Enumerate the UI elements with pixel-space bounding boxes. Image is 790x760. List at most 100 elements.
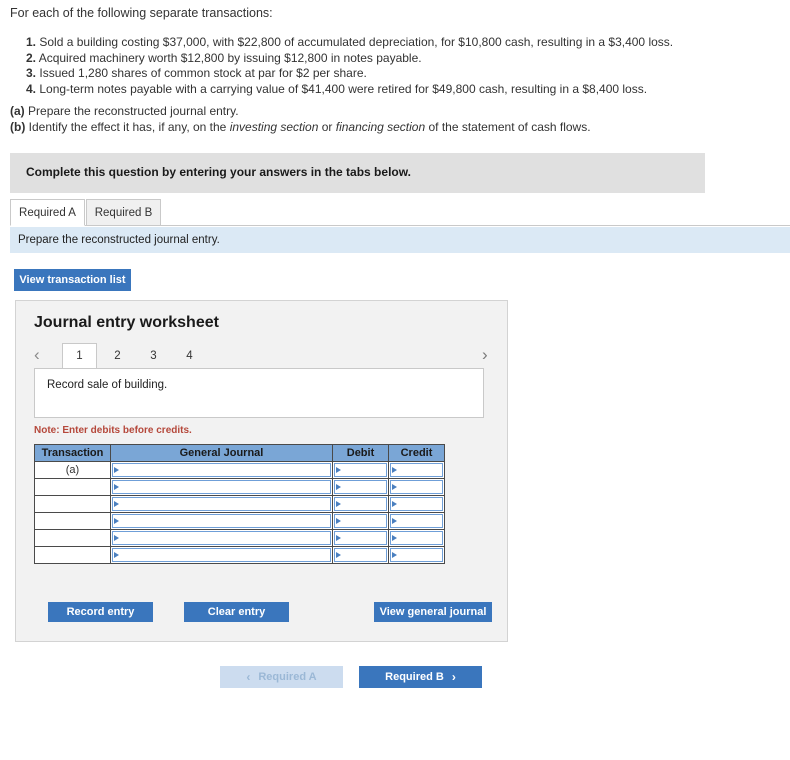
cell-credit[interactable]: [388, 529, 445, 547]
cell-debit[interactable]: [332, 546, 389, 564]
nav-previous-label: Required A: [258, 671, 317, 683]
tab-required-b-label: Required B: [94, 206, 153, 219]
debit-input[interactable]: [334, 480, 387, 494]
worksheet-page-4-label: 4: [186, 349, 193, 362]
requirement-b-italic-financing: financing section: [335, 119, 426, 134]
list-item: 2. Acquired machinery worth $12,800 by i…: [26, 51, 706, 67]
nav-previous-required-a-button[interactable]: ‹ Required A: [220, 666, 343, 688]
cell-credit[interactable]: [388, 478, 445, 496]
general-journal-input[interactable]: [112, 548, 331, 562]
debit-input[interactable]: [334, 497, 387, 511]
table-row: [34, 529, 445, 547]
general-journal-input[interactable]: [112, 514, 331, 528]
credit-input[interactable]: [390, 497, 443, 511]
column-header-general-journal: General Journal: [110, 444, 333, 462]
worksheet-page-1[interactable]: 1: [62, 343, 97, 368]
clear-entry-button[interactable]: Clear entry: [184, 602, 289, 622]
transaction-number: 4.: [26, 81, 37, 96]
cell-debit[interactable]: [332, 461, 389, 479]
tab-required-a[interactable]: Required A: [10, 199, 85, 226]
cell-general-journal[interactable]: [110, 512, 333, 530]
requirement-a-tag: (a): [10, 104, 25, 118]
transaction-list: 1. Sold a building costing $37,000, with…: [26, 35, 706, 97]
requirement-b-text-part1: Identify the effect it has, if any, on t…: [28, 119, 230, 134]
column-header-debit: Debit: [332, 444, 389, 462]
credit-input[interactable]: [390, 531, 443, 545]
worksheet-page-2[interactable]: 2: [100, 343, 135, 368]
cell-general-journal[interactable]: [110, 478, 333, 496]
worksheet-pager: ‹ 1 2 3 4 ›: [34, 343, 492, 369]
cell-debit[interactable]: [332, 478, 389, 496]
debits-before-credits-note: Note: Enter debits before credits.: [34, 425, 192, 436]
requirement-b-tag: (b): [10, 119, 26, 134]
cell-debit[interactable]: [332, 529, 389, 547]
requirement-b-text-part2: or: [318, 119, 336, 134]
general-journal-input[interactable]: [112, 480, 331, 494]
debit-input[interactable]: [334, 531, 387, 545]
debit-input[interactable]: [334, 463, 387, 477]
debit-input[interactable]: [334, 548, 387, 562]
nav-next-label: Required B: [385, 671, 444, 683]
cell-general-journal[interactable]: [110, 461, 333, 479]
cell-general-journal[interactable]: [110, 529, 333, 547]
journal-entry-table: Transaction General Journal Debit Credit…: [34, 444, 445, 564]
sub-instruction-bar: Prepare the reconstructed journal entry.: [10, 227, 790, 253]
table-header-row: Transaction General Journal Debit Credit: [34, 444, 445, 462]
credit-input[interactable]: [390, 548, 443, 562]
cell-debit[interactable]: [332, 512, 389, 530]
list-item: 1. Sold a building costing $37,000, with…: [26, 35, 706, 51]
nav-next-required-b-button[interactable]: Required B ›: [359, 666, 482, 688]
requirement-b-text-part3: of the statement of cash flows.: [425, 119, 591, 134]
worksheet-prompt-box: Record sale of building.: [34, 368, 484, 418]
cell-general-journal[interactable]: [110, 495, 333, 513]
table-row: [34, 478, 445, 496]
column-header-credit: Credit: [388, 444, 445, 462]
transaction-text: Acquired machinery worth $12,800 by issu…: [38, 50, 422, 65]
tab-strip: Required A Required B: [10, 199, 790, 227]
worksheet-page-2-label: 2: [114, 349, 121, 362]
transaction-number: 1.: [26, 35, 37, 49]
general-journal-input[interactable]: [112, 497, 331, 511]
cell-transaction: (a): [34, 461, 111, 479]
cell-transaction: [34, 495, 111, 513]
view-transaction-list-button[interactable]: View transaction list: [14, 269, 131, 291]
requirement-a-line: (a) Prepare the reconstructed journal en…: [10, 104, 710, 120]
instruction-banner: Complete this question by entering your …: [10, 153, 705, 193]
list-item: 3. Issued 1,280 shares of common stock a…: [26, 66, 706, 82]
worksheet-prompt-text: Record sale of building.: [47, 379, 168, 391]
worksheet-page-3[interactable]: 3: [136, 343, 171, 368]
general-journal-input[interactable]: [112, 531, 331, 545]
cell-general-journal[interactable]: [110, 546, 333, 564]
record-entry-label: Record entry: [66, 606, 135, 618]
tab-required-a-label: Required A: [19, 206, 76, 219]
debit-input[interactable]: [334, 514, 387, 528]
credit-input[interactable]: [390, 480, 443, 494]
view-general-journal-label: View general journal: [379, 606, 487, 618]
requirement-a-text: Prepare the reconstructed journal entry.: [28, 104, 239, 118]
chevron-right-icon[interactable]: ›: [482, 346, 488, 364]
cell-transaction: [34, 529, 111, 547]
view-general-journal-button[interactable]: View general journal: [374, 602, 492, 622]
cell-debit[interactable]: [332, 495, 389, 513]
credit-input[interactable]: [390, 463, 443, 477]
cell-credit[interactable]: [388, 512, 445, 530]
sub-instruction-text: Prepare the reconstructed journal entry.: [18, 234, 220, 246]
tab-required-b[interactable]: Required B: [86, 199, 161, 226]
table-row: (a): [34, 461, 445, 479]
cell-credit[interactable]: [388, 461, 445, 479]
table-row: [34, 546, 445, 564]
cell-credit[interactable]: [388, 546, 445, 564]
record-entry-button[interactable]: Record entry: [48, 602, 153, 622]
credit-input[interactable]: [390, 514, 443, 528]
worksheet-title: Journal entry worksheet: [34, 314, 219, 331]
list-item: 4. Long-term notes payable with a carryi…: [26, 82, 706, 98]
chevron-left-icon[interactable]: ‹: [34, 346, 40, 364]
column-header-transaction: Transaction: [34, 444, 111, 462]
cell-credit[interactable]: [388, 495, 445, 513]
view-transaction-list-label: View transaction list: [19, 274, 126, 286]
transaction-text: Issued 1,280 shares of common stock at p…: [39, 66, 367, 80]
instruction-banner-text: Complete this question by entering your …: [26, 165, 411, 179]
worksheet-page-4[interactable]: 4: [172, 343, 207, 368]
table-row: [34, 512, 445, 530]
general-journal-input[interactable]: [112, 463, 331, 477]
